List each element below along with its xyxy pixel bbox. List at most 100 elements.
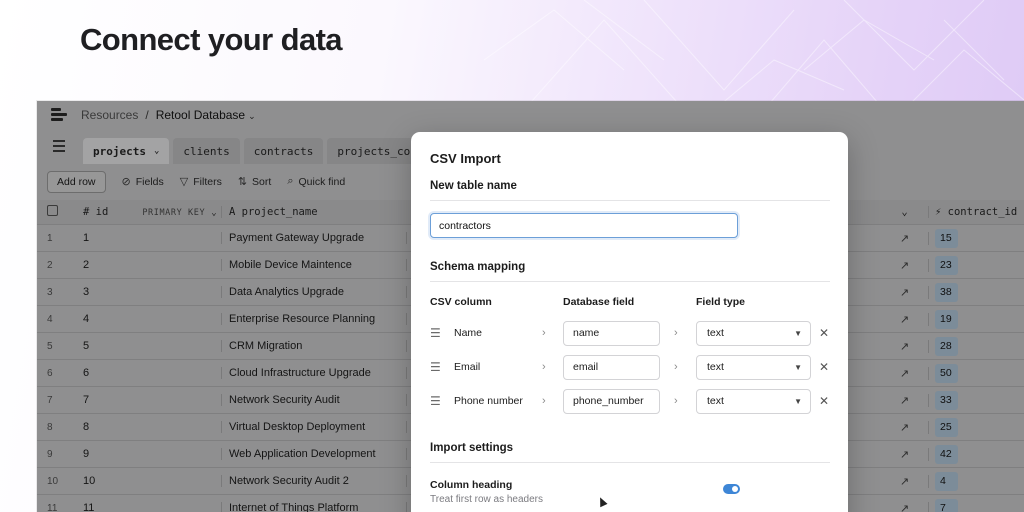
contract-id-badge: 38 [935,282,958,302]
retool-logo-icon[interactable] [51,108,67,122]
external-link-icon[interactable]: ↗ [881,312,929,326]
external-link-icon[interactable]: ↗ [881,393,929,407]
field-type-select[interactable]: text ▼ [696,320,811,346]
breadcrumb-resources[interactable]: Resources [81,108,138,122]
select-all-cell [37,205,73,219]
schema-mapping-header: CSV column Database field Field type [430,296,830,308]
schema-mapping-heading: Schema mapping [430,261,830,282]
chevron-right-icon: › [542,327,546,339]
contract-id-badge: 15 [935,228,958,248]
external-link-icon[interactable]: ↗ [881,474,929,488]
tab-projects[interactable]: projects ⌄ [83,138,170,164]
contract-id-badge: 23 [935,255,958,275]
row-number: 10 [47,475,59,487]
column-heading-text: Column heading Treat first row as header… [430,479,543,505]
external-link-icon[interactable]: ↗ [881,285,929,299]
close-icon[interactable]: ✕ [819,326,829,340]
cell-project-name[interactable]: CRM Migration [221,340,406,352]
external-link-icon[interactable]: ↗ [881,258,929,272]
filter-icon: ▽ [179,176,189,188]
cell-contract-id[interactable]: 4 [929,471,1024,491]
cell-id[interactable]: 5 [73,340,221,352]
external-link-icon[interactable]: ↗ [881,231,929,245]
quick-find-button[interactable]: ⌕ Quick find [287,175,345,188]
column-header-project-name[interactable]: A project_name [221,206,406,218]
database-field-input[interactable]: phone_number [563,388,660,414]
cell-id[interactable]: 1 [73,232,221,244]
database-field-input[interactable]: email [563,354,660,380]
cell-contract-id[interactable]: 38 [929,282,1024,302]
cell-contract-id[interactable]: 25 [929,417,1024,437]
cell-project-name[interactable]: Data Analytics Upgrade [221,286,406,298]
cell-project-name[interactable]: Payment Gateway Upgrade [221,232,406,244]
cell-project-name[interactable]: Internet of Things Platform [221,502,406,512]
row-number: 9 [47,448,53,460]
drag-handle-icon[interactable]: ☰ [430,394,454,408]
external-link-icon[interactable]: ↗ [881,339,929,353]
external-link-icon[interactable]: ↗ [881,501,929,512]
cell-id[interactable]: 9 [73,448,221,460]
cell-contract-id[interactable]: 15 [929,228,1024,248]
field-type-select[interactable]: text ▼ [696,354,811,380]
cell-id[interactable]: 3 [73,286,221,298]
cell-id[interactable]: 7 [73,394,221,406]
breadcrumb-separator: / [145,108,149,122]
tab-contracts[interactable]: contracts [243,138,324,164]
chevron-right-icon: › [542,361,546,373]
sort-button[interactable]: ⇅ Sort [238,175,271,189]
contract-id-badge: 50 [935,363,958,383]
drag-handle-icon[interactable]: ☰ [430,326,454,340]
fields-button[interactable]: ⊘ Fields [122,175,164,189]
contract-id-badge: 28 [935,336,958,356]
drag-handle-icon[interactable]: ☰ [430,360,454,374]
cell-project-name[interactable]: Network Security Audit 2 [221,475,406,487]
filters-button[interactable]: ▽ Filters [179,175,222,189]
mapping-row: ☰ Name › name › text ▼ ✕ [430,316,830,350]
cell-id[interactable]: 6 [73,367,221,379]
database-field-input[interactable]: name [563,320,660,346]
contract-id-badge: 19 [935,309,958,329]
close-icon[interactable]: ✕ [819,394,829,408]
tab-clients[interactable]: clients [173,138,240,164]
close-icon[interactable]: ✕ [819,360,829,374]
menu-icon[interactable] [53,140,67,152]
row-number: 6 [47,367,53,379]
field-type-select[interactable]: text ▼ [696,388,811,414]
chevron-down-icon[interactable]: ⌄ [881,206,929,218]
select-all-checkbox[interactable] [47,205,58,216]
cell-contract-id[interactable]: 19 [929,309,1024,329]
cell-contract-id[interactable]: 7 [929,498,1024,512]
external-link-icon[interactable]: ↗ [881,420,929,434]
mapping-row: ☰ Phone number › phone_number › text ▼ ✕ [430,384,830,418]
cell-contract-id[interactable]: 28 [929,336,1024,356]
filters-label: Filters [193,175,222,188]
cell-project-name[interactable]: Virtual Desktop Deployment [221,421,406,433]
cell-id[interactable]: 10 [73,475,221,487]
cell-contract-id[interactable]: 50 [929,363,1024,383]
table-name-input[interactable] [430,213,738,238]
cell-id[interactable]: 8 [73,421,221,433]
add-row-button[interactable]: Add row [47,170,106,193]
cell-contract-id[interactable]: 33 [929,390,1024,410]
mapping-list: ☰ Name › name › text ▼ ✕ ☰ Email › email › text ▼ ✕ ☰ Pho… [430,316,830,418]
breadcrumb-current[interactable]: Retool Database ⌄ [156,108,256,122]
cell-id[interactable]: 2 [73,259,221,271]
tab-label: projects [93,144,146,158]
column-heading-toggle[interactable] [723,484,740,494]
external-link-icon[interactable]: ↗ [881,366,929,380]
cell-project-name[interactable]: Enterprise Resource Planning [221,313,406,325]
contract-id-badge: 7 [935,498,958,512]
cell-project-name[interactable]: Cloud Infrastructure Upgrade [221,367,406,379]
cell-project-name[interactable]: Network Security Audit [221,394,406,406]
external-link-icon[interactable]: ↗ [881,447,929,461]
column-header-id[interactable]: # id PRIMARY KEY ⌄ [73,206,221,218]
cell-id[interactable]: 4 [73,313,221,325]
column-header-contract-id[interactable]: ⚡ contract_id [929,206,1024,218]
cell-project-name[interactable]: Mobile Device Maintence [221,259,406,271]
chevron-right-icon: › [542,395,546,407]
chevron-right-icon: › [674,327,678,339]
cell-contract-id[interactable]: 42 [929,444,1024,464]
cell-project-name[interactable]: Web Application Development [221,448,406,460]
cell-contract-id[interactable]: 23 [929,255,1024,275]
cell-id[interactable]: 11 [73,502,221,512]
